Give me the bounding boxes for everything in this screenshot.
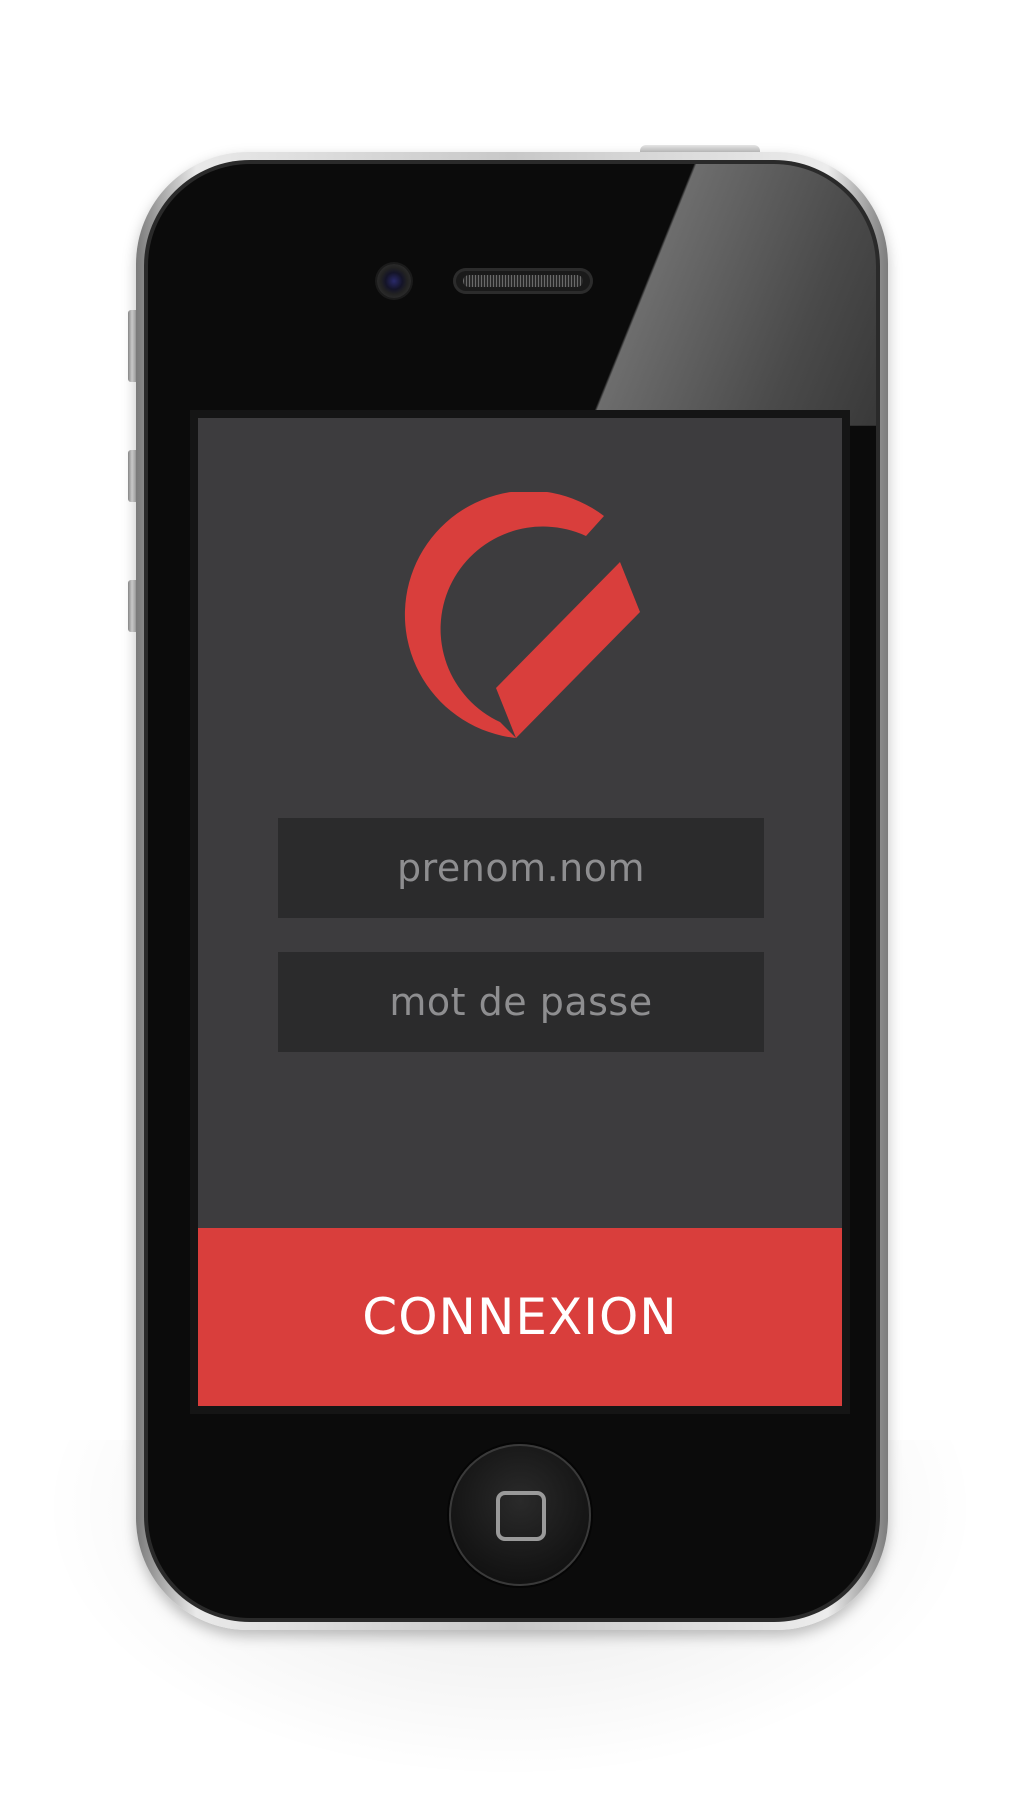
page: prenom.nom mot de passe CONNEXION bbox=[0, 0, 1017, 1804]
logo-icon bbox=[392, 490, 648, 748]
home-square-icon bbox=[496, 1491, 546, 1541]
logo-svg bbox=[404, 490, 640, 738]
home-button[interactable] bbox=[449, 1444, 591, 1586]
connexion-button[interactable]: CONNEXION bbox=[198, 1228, 842, 1406]
speaker-grill bbox=[463, 275, 583, 287]
logo-check bbox=[496, 562, 640, 738]
password-field[interactable]: mot de passe bbox=[278, 952, 764, 1052]
phone-inner-rim: prenom.nom mot de passe CONNEXION bbox=[144, 160, 880, 1622]
phone-frame: prenom.nom mot de passe CONNEXION bbox=[136, 152, 888, 1630]
app-screen: prenom.nom mot de passe CONNEXION bbox=[198, 418, 842, 1406]
phone-face: prenom.nom mot de passe CONNEXION bbox=[148, 164, 876, 1618]
camera-icon bbox=[377, 264, 411, 298]
username-field[interactable]: prenom.nom bbox=[278, 818, 764, 918]
speaker-icon bbox=[453, 268, 593, 294]
